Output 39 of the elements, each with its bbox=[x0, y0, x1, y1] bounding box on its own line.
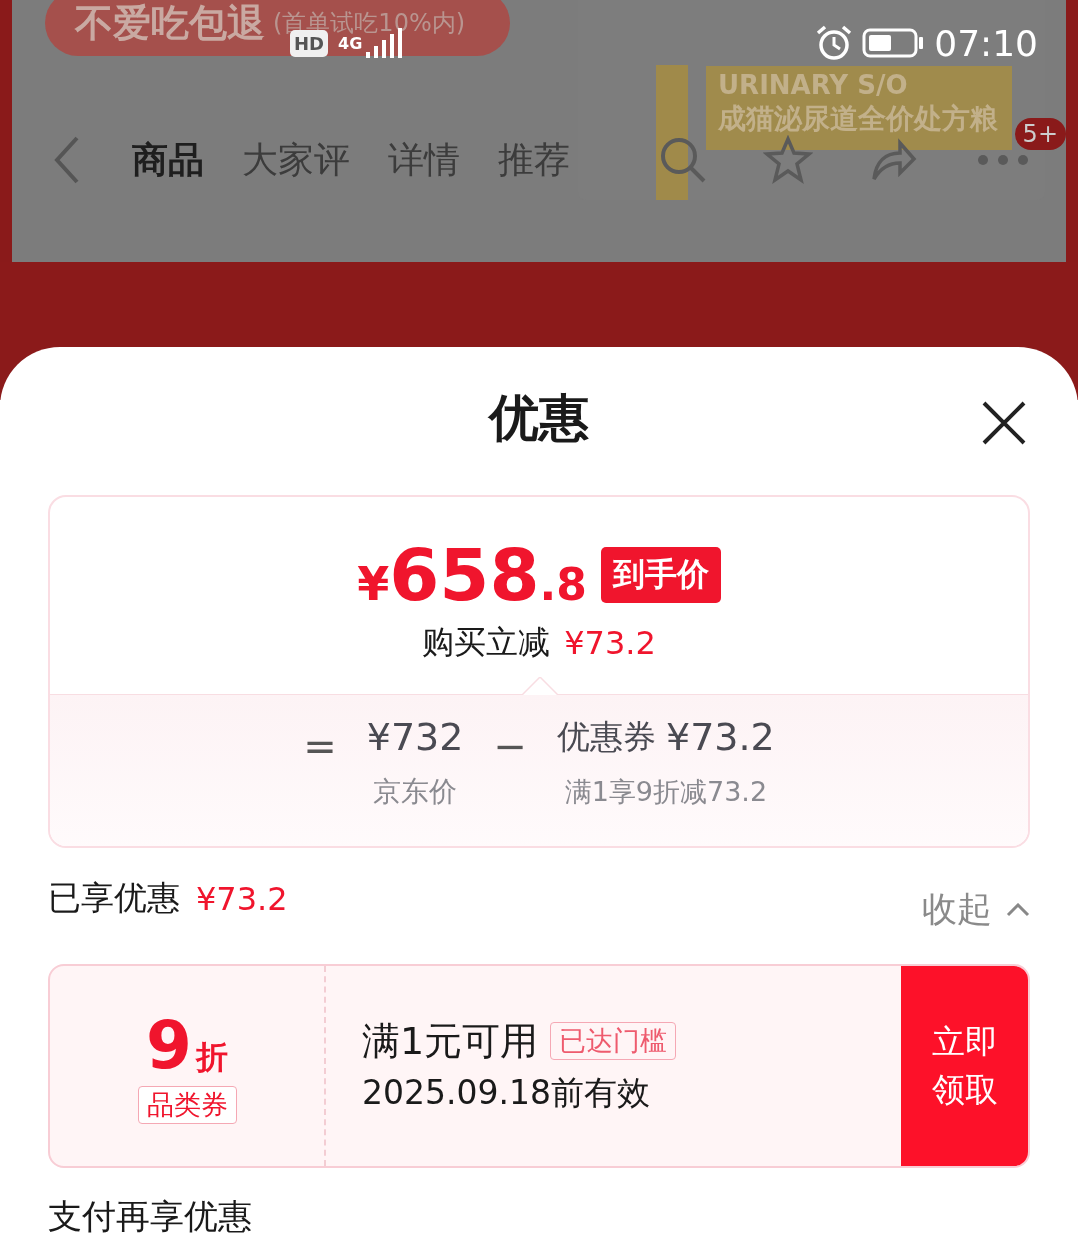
network-label: 4G bbox=[338, 33, 363, 53]
coupon-amount: ¥73.2 bbox=[665, 715, 775, 760]
section-heading: 支付再享优惠 bbox=[48, 1195, 253, 1238]
jd-price-label: 京东价 bbox=[373, 773, 458, 810]
close-icon[interactable] bbox=[980, 399, 1028, 447]
chevron-up-icon bbox=[1006, 902, 1030, 917]
hd-badge: HD bbox=[290, 29, 328, 57]
discount-value: 9 折 bbox=[146, 1007, 228, 1085]
saving-label: 购买立减 bbox=[422, 622, 551, 664]
enjoyed-label: 已享优惠 bbox=[48, 877, 180, 920]
equals-sign: = bbox=[303, 722, 337, 769]
battery-icon bbox=[862, 28, 925, 58]
nav-tab[interactable]: 大家评 bbox=[242, 135, 350, 185]
final-price: ¥658.8 bbox=[357, 533, 587, 618]
coupon-rule: 满1享9折减73.2 bbox=[564, 774, 768, 809]
clock-time: 07:10 bbox=[934, 22, 1038, 64]
coupon-condition: 满1元可用 bbox=[362, 1017, 539, 1065]
search-icon[interactable] bbox=[658, 135, 708, 185]
jd-price: ¥732 bbox=[366, 714, 464, 759]
coupon-label: 优惠券 bbox=[556, 715, 656, 758]
alarm-icon bbox=[816, 25, 853, 61]
product-name: URINARY S/O bbox=[718, 70, 909, 100]
minus-sign: − bbox=[493, 722, 527, 769]
saving-amount: ¥73.2 bbox=[564, 624, 656, 663]
coupon-type-tag: 品类券 bbox=[137, 1086, 237, 1125]
product-subtitle: 成猫泌尿道全价处方粮 bbox=[718, 101, 999, 137]
nav-tab[interactable]: 详情 bbox=[388, 135, 460, 185]
enjoyed-amount: ¥73.2 bbox=[196, 879, 288, 918]
coupon-expiry: 2025.09.18前有效 bbox=[362, 1071, 651, 1114]
star-icon[interactable] bbox=[763, 135, 813, 185]
price-tag: 到手价 bbox=[600, 547, 721, 604]
promo-title: 不爱吃包退 bbox=[75, 0, 265, 47]
sheet-title: 优惠 bbox=[489, 388, 589, 450]
collapse-button[interactable]: 收起 bbox=[922, 886, 1030, 934]
nav-tab[interactable]: 商品 bbox=[132, 135, 204, 185]
status-tag: 已达门槛 bbox=[550, 1022, 677, 1061]
nav-tab[interactable]: 推荐 bbox=[498, 135, 570, 185]
count-badge: 5+ bbox=[1014, 118, 1066, 150]
claim-button[interactable]: 立即领取 bbox=[901, 965, 1028, 1166]
